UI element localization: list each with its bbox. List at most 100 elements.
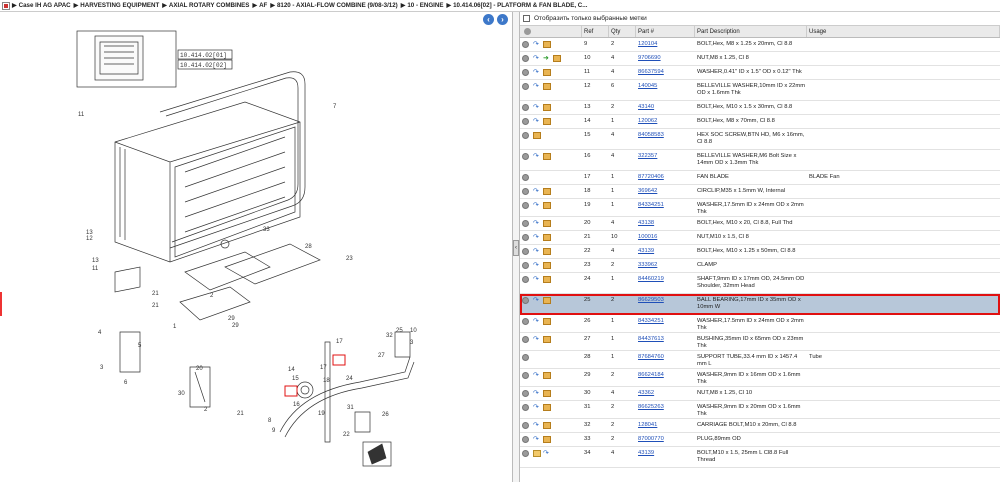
table-row[interactable]: ↷ 25 2 86629503 BALL BEARING,17mm ID x 35mm … [520,294,1000,315]
select-circle-icon[interactable] [522,422,529,429]
refresh-arrow-icon[interactable]: ↷ [533,220,540,227]
table-row[interactable]: ↷ 30 4 43362 NUT,M8 x 1.25, Cl 10 [520,387,1000,401]
select-circle-icon[interactable] [522,118,529,125]
refresh-arrow-icon[interactable]: ↷ [533,297,540,304]
part-number-link[interactable]: 84334251 [636,315,695,332]
callout-number[interactable]: 12 [86,236,93,242]
refresh-arrow-icon[interactable]: ↷ [533,83,540,90]
refresh-arrow-icon[interactable]: ↷ [533,153,540,160]
refresh-arrow-icon[interactable]: ↷ [533,41,540,48]
package-icon[interactable] [543,372,551,379]
callout-number[interactable]: 25 [396,328,403,334]
part-number-link[interactable]: 43139 [636,447,695,467]
callout-number[interactable]: 32 [386,333,393,339]
selected-tags-checkbox[interactable] [523,15,530,22]
refresh-arrow-icon[interactable]: ↷ [533,69,540,76]
select-circle-icon[interactable] [522,83,529,90]
callout-number[interactable]: 3 [410,340,414,346]
refresh-arrow-icon[interactable]: ↷ [533,404,540,411]
select-circle-icon[interactable] [522,234,529,241]
select-circle-icon[interactable] [522,104,529,111]
table-row[interactable]: ↷ 18 1 369642 CIRCLIP,M35 x 1.5mm W, Interna… [520,185,1000,199]
select-circle-icon[interactable] [522,318,529,325]
part-number-link[interactable]: 84437613 [636,333,695,350]
part-number-link[interactable]: 86625263 [636,401,695,418]
breadcrumb-item[interactable]: ▶ 8120 - AXIAL-FLOW COMBINE (9/08-3/12) [270,2,397,9]
part-number-link[interactable]: 43362 [636,387,695,400]
table-row[interactable]: 28 1 87684760 SUPPORT TUBE,33.4 mm ID x 145… [520,351,1000,369]
breadcrumb-item[interactable]: ▶ AF [252,2,267,9]
select-circle-icon[interactable] [522,372,529,379]
callout-number[interactable]: 33 [263,227,270,233]
package-icon[interactable] [533,132,541,139]
folder-icon[interactable] [533,450,541,457]
part-number-link[interactable]: 86624184 [636,369,695,386]
callout-number[interactable]: 5 [138,343,142,349]
refresh-arrow-icon[interactable]: ↷ [533,262,540,269]
part-number-link[interactable]: 43140 [636,101,695,114]
breadcrumb-item[interactable]: ▶ 10.414.06[02] - PLATFORM & FAN BLADE, C… [446,2,587,9]
table-row[interactable]: ↷ 23 2 333962 CLAMP [520,259,1000,273]
select-circle-icon[interactable] [522,336,529,343]
package-icon[interactable] [543,104,551,111]
refresh-arrow-icon[interactable]: ↷ [533,372,540,379]
refresh-arrow-icon[interactable]: ↷ [533,336,540,343]
callout-number[interactable]: 30 [178,391,185,397]
package-icon[interactable] [543,297,551,304]
part-number-link[interactable]: 84058583 [636,129,695,149]
part-number-link[interactable]: 86637594 [636,66,695,79]
package-icon[interactable] [543,336,551,343]
callout-number[interactable]: 14 [288,367,295,373]
refresh-arrow-icon[interactable]: ↷ [533,390,540,397]
table-row[interactable]: ↷ 16 4 322357 BELLEVILLE WASHER,M6 Bolt Size… [520,150,1000,171]
table-row[interactable]: ↷ 21 10 100016 NUT,M10 x 1.5, Cl 8 [520,231,1000,245]
table-row[interactable]: ↷ 9 2 120104 BOLT,Hex, M8 x 1.25 x 20mm, Cl … [520,38,1000,52]
package-icon[interactable] [543,318,551,325]
package-icon[interactable] [543,422,551,429]
table-row[interactable]: ↷ 19 1 84334251 WASHER,17.5mm ID x 24mm OD x… [520,199,1000,217]
part-number-link[interactable]: 333962 [636,259,695,272]
callout-number[interactable]: 22 [343,432,350,438]
callout-number[interactable]: 13 [92,258,99,264]
header-usage[interactable]: Usage [807,26,1000,37]
refresh-arrow-icon[interactable]: ↷ [533,276,540,283]
select-circle-icon[interactable] [522,436,529,443]
table-row[interactable]: 17 1 87720406 FAN BLADE BLADE Fan [520,171,1000,185]
select-circle-icon[interactable] [522,153,529,160]
part-number-link[interactable]: 100016 [636,231,695,244]
refresh-arrow-icon[interactable]: ↷ [533,55,540,62]
table-row[interactable]: ↷ 20 4 43138 BOLT,Hex, M10 x 20, Cl 8.8, Ful… [520,217,1000,231]
part-number-link[interactable]: 87720406 [636,171,695,184]
collapse-handle[interactable]: ‹ [513,240,519,256]
select-circle-icon[interactable] [522,202,529,209]
part-number-link[interactable]: 84334251 [636,199,695,216]
table-row[interactable]: ↷ 11 4 86637594 WASHER,0.41" ID x 1.5" OD x … [520,66,1000,80]
select-circle-icon[interactable] [522,188,529,195]
callout-number[interactable]: 20 [196,366,203,372]
callout-number[interactable]: 28 [305,244,312,250]
refresh-arrow-icon[interactable]: ↷ [533,318,540,325]
callout-number[interactable]: 16 [293,402,300,408]
package-icon[interactable] [543,436,551,443]
package-icon[interactable] [543,404,551,411]
table-row[interactable]: ↷ 24 1 84460219 SHAFT,9mm ID x 17mm OD, 24.5… [520,273,1000,294]
part-number-link[interactable]: 9706690 [636,52,695,65]
table-row[interactable]: ↷ 32 2 128041 CARRIAGE BOLT,M10 x 20mm, Cl 8… [520,419,1000,433]
part-number-link[interactable]: 87684760 [636,351,695,368]
callout-number[interactable]: 9 [272,428,276,434]
refresh-arrow-icon[interactable]: ↷ [543,450,550,457]
select-circle-icon[interactable] [522,174,529,181]
select-circle-icon[interactable] [522,450,529,457]
table-row[interactable]: ↷ 22 4 43139 BOLT,Hex, M10 x 1.25 x 50mm, Cl… [520,245,1000,259]
callout-number[interactable]: 11 [78,112,85,118]
select-circle-icon[interactable] [522,354,529,361]
callout-number[interactable]: 4 [98,330,102,336]
callout-number[interactable]: 1 [173,324,177,330]
select-circle-icon[interactable] [522,132,529,139]
breadcrumb-item[interactable]: ▶ AXIAL ROTARY COMBINES [162,2,249,9]
callout-number[interactable]: 6 [124,380,128,386]
part-number-link[interactable]: 84460219 [636,273,695,293]
callout-number[interactable]: 11 [92,266,99,272]
refresh-arrow-icon[interactable]: ↷ [533,202,540,209]
select-circle-icon[interactable] [522,390,529,397]
